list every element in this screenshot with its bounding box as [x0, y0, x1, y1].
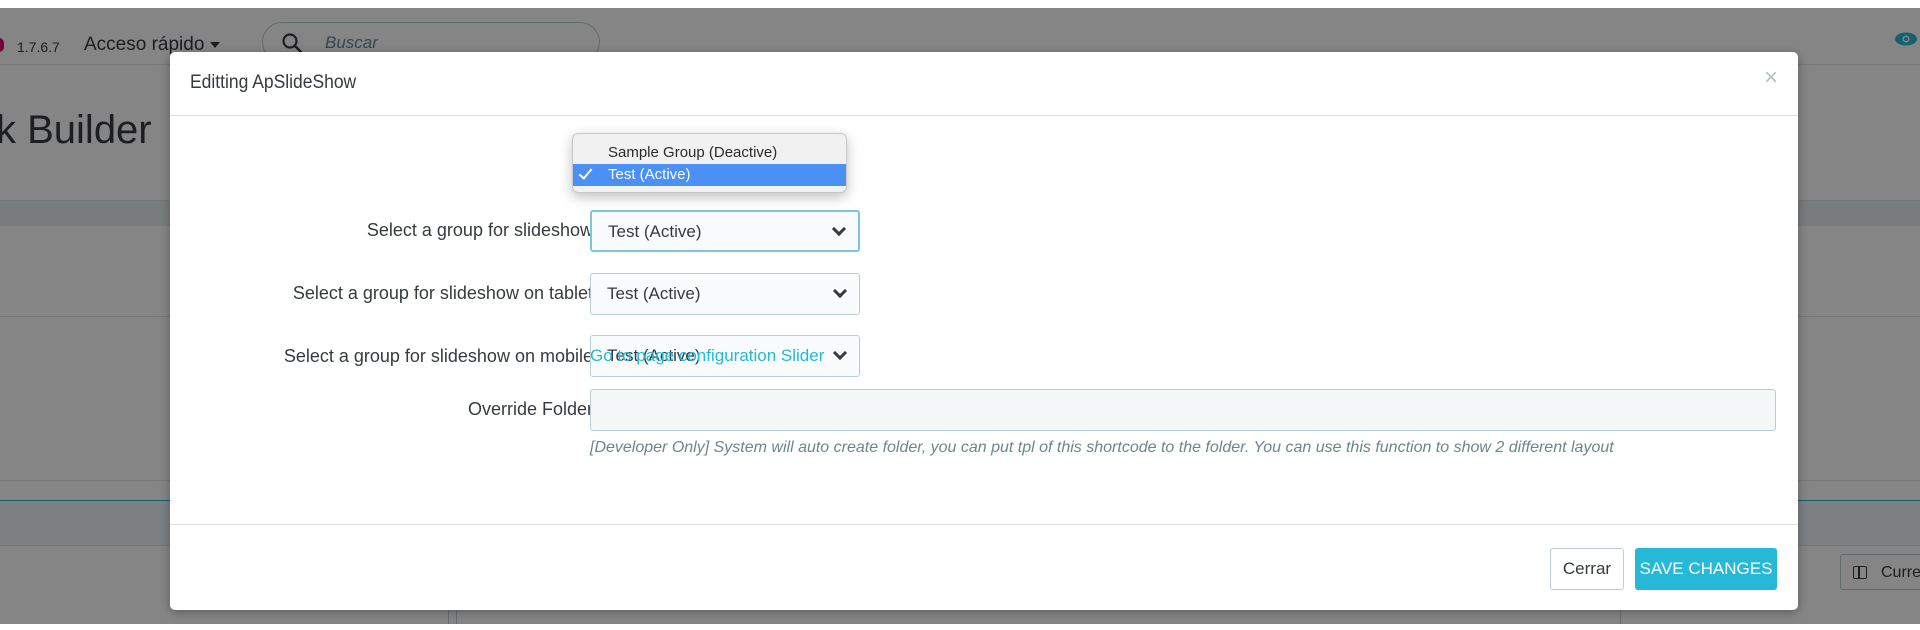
dropdown-option-label: Test (Active) [608, 166, 691, 183]
desktop-group-label: Select a group for slideshow [366, 220, 593, 240]
override-folder-input[interactable] [590, 389, 1776, 431]
chevron-down-icon [832, 345, 848, 361]
edit-modal: Editting ApSlideShow × Select a group fo… [170, 52, 1798, 610]
dropdown-option-selected[interactable]: Test (Active) [573, 164, 846, 186]
chevron-down-icon [832, 283, 848, 299]
modal-header: Editting ApSlideShow × [170, 52, 1798, 116]
desktop-group-select[interactable]: Test (Active) [590, 210, 860, 252]
modal-footer-divider [170, 524, 1798, 525]
tablet-group-value: Test (Active) [607, 284, 701, 303]
cancel-button[interactable]: Cerrar [1550, 548, 1624, 590]
desktop-group-value: Test (Active) [608, 222, 702, 241]
tablet-group-label: Select a group for slideshow on tablet [292, 283, 593, 303]
close-icon[interactable]: × [1764, 66, 1778, 90]
save-button[interactable]: SAVE CHANGES [1635, 548, 1777, 590]
modal-title: Editting ApSlideShow [190, 72, 357, 93]
chevron-down-icon [831, 221, 847, 237]
override-folder-label: Override Folder [467, 399, 593, 419]
slider-config-link[interactable]: Go to page configuration Slider [590, 346, 824, 366]
browser-top-strip [0, 0, 1920, 8]
checkmark-icon [578, 165, 593, 180]
override-help-text: [Developer Only] System will auto create… [590, 439, 1614, 456]
tablet-group-select[interactable]: Test (Active) [590, 273, 860, 315]
dropdown-option[interactable]: Sample Group (Deactive) [573, 142, 846, 164]
group-dropdown-menu: Sample Group (Deactive) Test (Active) [572, 133, 847, 193]
mobile-group-label: Select a group for slideshow on mobile [283, 346, 593, 366]
